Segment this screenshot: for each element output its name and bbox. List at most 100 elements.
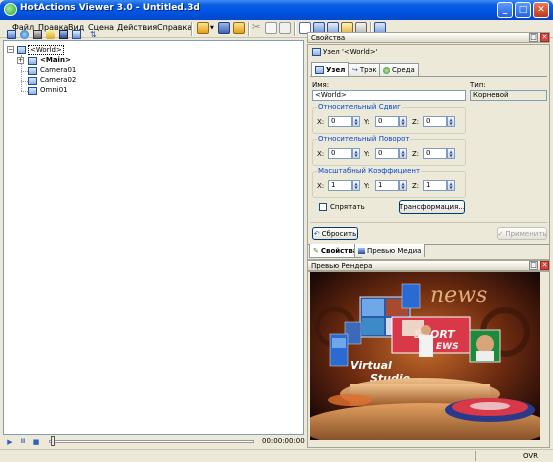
camera01-node-icon [28, 67, 37, 75]
rotation-z-label: Z: [412, 150, 420, 158]
transform-button[interactable]: Трансформация... [399, 200, 465, 214]
apply-button-label: Применить [505, 229, 547, 238]
rotation-y-field[interactable]: 0 [375, 148, 399, 159]
camera-icon[interactable] [33, 30, 42, 39]
name-label: Имя: [312, 81, 330, 89]
track-tab-icon: ↪ [352, 66, 358, 74]
stop-button[interactable]: ■ [31, 436, 41, 447]
time-display: 00:00:00:00 [262, 437, 305, 445]
properties-panel-header: Свойства □ ✕ [307, 32, 550, 43]
rotation-z-spinner[interactable]: ▲ ▼ [447, 148, 455, 159]
scale-group-title: Масштабный Коэффициент [317, 167, 422, 175]
tab-media-preview[interactable]: Превью Медиа [354, 244, 426, 257]
tree-node-world[interactable]: <World> [28, 45, 64, 55]
offset-y-label: Y: [364, 118, 370, 126]
offset-group-title: Относительный Сдвиг [317, 103, 402, 111]
pause-button[interactable]: II [18, 436, 28, 447]
tab-node[interactable]: Узел [311, 62, 350, 76]
status-bar: OVR [0, 449, 553, 462]
hierarchy-icon[interactable]: ⇅ [90, 30, 99, 39]
scale-z-spinner[interactable]: ▲ ▼ [447, 180, 455, 191]
playback-bar: ▶ II ■ 00:00:00:00 [3, 436, 305, 448]
light-icon[interactable] [46, 30, 55, 39]
scene-tree-panel[interactable]: − <World> + <Main> Camera01 Camera02 Omn… [3, 40, 304, 435]
rotation-z-field[interactable]: 0 [423, 148, 447, 159]
scale-y-label: Y: [364, 182, 370, 190]
name-field[interactable]: <World> [312, 90, 466, 101]
tree-node-omni01[interactable]: Omni01 [40, 86, 68, 94]
reset-button[interactable]: ↶ Сбросить [312, 227, 358, 240]
offset-z-field[interactable]: 0 [423, 116, 447, 127]
tree-node-camera02[interactable]: Camera02 [40, 76, 76, 84]
node-tab-icon [315, 65, 324, 74]
image-icon[interactable] [72, 30, 81, 39]
offset-z-spinner[interactable]: ▲ ▼ [447, 116, 455, 127]
preview-pin-icon[interactable]: □ [529, 261, 538, 270]
omni01-node-icon [28, 87, 37, 95]
timeline-slider[interactable] [49, 440, 254, 443]
scale-y-field[interactable]: 1 [375, 180, 399, 191]
offset-z-label: Z: [412, 118, 420, 126]
scale-z-field[interactable]: 1 [423, 180, 447, 191]
maximize-button[interactable]: □ [515, 2, 531, 18]
scale-x-label: X: [317, 182, 325, 190]
rotation-x-label: X: [317, 150, 325, 158]
scale-x-field[interactable]: 1 [328, 180, 352, 191]
rotation-y-spinner[interactable]: ▲ ▼ [399, 148, 407, 159]
scale-x-spinner[interactable]: ▲ ▼ [352, 180, 360, 191]
rotation-x-field[interactable]: 0 [328, 148, 352, 159]
media-tab-icon [358, 247, 365, 254]
offset-y-field[interactable]: 0 [375, 116, 399, 127]
undo-icon: ↶ [313, 229, 320, 238]
tree-node-camera01[interactable]: Camera01 [40, 66, 76, 74]
panel-close-icon[interactable]: ✕ [540, 33, 549, 42]
hide-checkbox[interactable] [319, 203, 327, 211]
virtual-text: Virtual [350, 359, 392, 372]
rotation-x-spinner[interactable]: ▲ ▼ [352, 148, 360, 159]
check-icon: ✓ [497, 229, 504, 238]
timeline-handle[interactable] [51, 436, 55, 446]
preview-close-icon[interactable]: ✕ [540, 261, 549, 270]
preview-panel-title: Превью Рендера [311, 262, 373, 270]
environment-tab-icon [383, 66, 390, 74]
status-separator [475, 451, 476, 461]
virtual-studio-scene: news SPORT EWS Virtual Studio [310, 272, 540, 440]
tab-media-preview-label: Превью Медиа [367, 246, 422, 255]
sphere-icon[interactable] [20, 30, 29, 39]
tab-environment[interactable]: Среда [379, 63, 419, 76]
collapse-toggle-icon[interactable]: − [7, 46, 14, 53]
apply-button[interactable]: ✓ Применить [497, 227, 547, 240]
tree-connector [21, 71, 28, 72]
app-icon [4, 3, 17, 16]
reset-button-label: Сбросить [321, 229, 357, 238]
play-button[interactable]: ▶ [5, 436, 15, 447]
properties-panel-title: Свойства [311, 34, 346, 42]
camera02-node-icon [28, 77, 37, 85]
tab-environment-label: Среда [392, 66, 415, 74]
main-node-icon [28, 57, 37, 65]
scale-y-spinner[interactable]: ▲ ▼ [399, 180, 407, 191]
hide-label: Спрятать [330, 203, 365, 211]
offset-x-label: X: [317, 118, 325, 126]
node-caption: Узел '<World>' [323, 48, 378, 56]
divider [310, 222, 547, 223]
offset-x-spinner[interactable]: ▲ ▼ [352, 116, 360, 127]
expand-toggle-icon[interactable]: + [17, 57, 24, 64]
window-title: HotActions Viewer 3.0 - Untitled.3d [20, 3, 200, 13]
world-node-icon [17, 46, 26, 54]
tab-track-label: Трэк [359, 66, 377, 74]
minimize-button[interactable]: _ [497, 2, 513, 18]
add-node-icon[interactable] [7, 30, 16, 39]
type-field: Корневой [470, 90, 547, 101]
tree-node-main[interactable]: <Main> [40, 56, 71, 64]
offset-x-field[interactable]: 0 [328, 116, 352, 127]
panel-pin-icon[interactable]: □ [529, 33, 538, 42]
offset-y-spinner[interactable]: ▲ ▼ [399, 116, 407, 127]
close-button[interactable]: ✕ [533, 2, 549, 18]
node-caption-icon [312, 48, 321, 56]
title-bar[interactable]: HotActions Viewer 3.0 - Untitled.3d _ □ … [0, 0, 553, 20]
media-icon[interactable] [59, 30, 68, 39]
tab-track[interactable]: ↪ Трэк [348, 63, 381, 76]
tab-divider [310, 76, 547, 77]
tree-connector [21, 91, 28, 92]
